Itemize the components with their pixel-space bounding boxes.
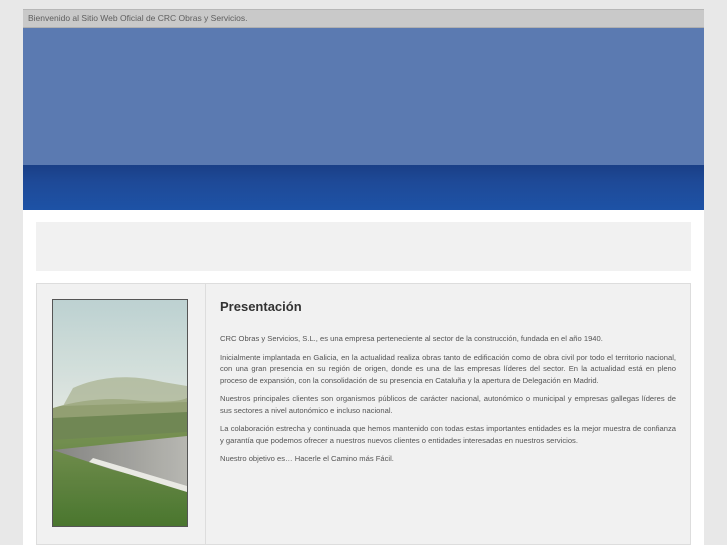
page: Bienvenido al Sitio Web Oficial de CRC O… bbox=[23, 9, 704, 545]
paragraph-3: Nuestros principales clientes son organi… bbox=[220, 394, 676, 415]
content-panel: Presentación CRC Obras y Servicios, S.L.… bbox=[36, 283, 691, 545]
welcome-bar: Bienvenido al Sitio Web Oficial de CRC O… bbox=[23, 9, 704, 28]
banner-upper bbox=[23, 28, 704, 165]
sidebar bbox=[37, 284, 206, 544]
paragraph-2: Inicialmente implantada en Galicia, en l… bbox=[220, 352, 676, 385]
paragraph-4: La colaboración estrecha y continuada qu… bbox=[220, 424, 676, 445]
banner-lower bbox=[23, 165, 704, 210]
presentation-section: Presentación CRC Obras y Servicios, S.L.… bbox=[220, 298, 676, 472]
paragraph-1: CRC Obras y Servicios, S.L., es una empr… bbox=[220, 334, 603, 343]
page-title: Presentación bbox=[220, 299, 302, 314]
header-banner bbox=[23, 28, 704, 210]
road-photo-graphic bbox=[53, 300, 187, 526]
menu-bar bbox=[36, 222, 691, 271]
road-photo bbox=[52, 299, 188, 527]
paragraph-5: Nuestro objetivo es… Hacerle el Camino m… bbox=[220, 454, 394, 463]
welcome-text: Bienvenido al Sitio Web Oficial de CRC O… bbox=[28, 13, 248, 23]
